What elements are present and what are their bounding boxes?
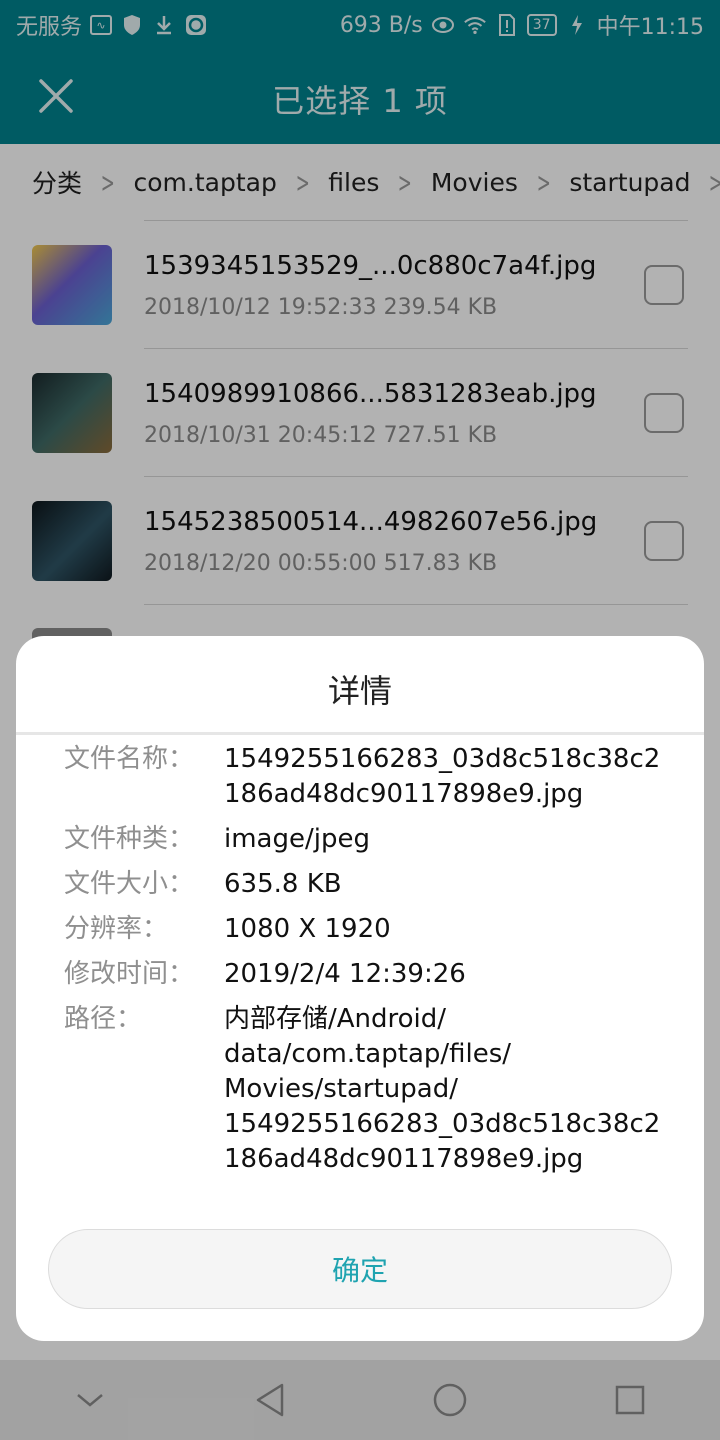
detail-value: image/jpeg: [224, 824, 370, 854]
detail-row-file-name: 文件名称： 1549255166283_03d8c518c38c2186ad48…: [64, 742, 664, 812]
detail-value: 内部存储/Android/ data/com.taptap/files/ Mov…: [224, 1004, 661, 1174]
detail-label: 分辨率：: [64, 914, 169, 944]
detail-row-resolution: 分辨率： 1080 X 1920: [64, 912, 664, 947]
detail-label: 文件名称：: [64, 744, 195, 774]
detail-value: 1080 X 1920: [224, 914, 391, 944]
detail-label: 文件种类：: [64, 824, 195, 854]
details-dialog: 详情 文件名称： 1549255166283_03d8c518c38c2186a…: [16, 636, 704, 1341]
detail-row-modified-time: 修改时间： 2019/2/4 12:39:26: [64, 957, 664, 992]
detail-label: 路径：: [64, 1004, 143, 1034]
divider: [16, 732, 704, 735]
detail-label: 文件大小：: [64, 869, 195, 899]
detail-label: 修改时间：: [64, 959, 195, 989]
detail-row-file-type: 文件种类： image/jpeg: [64, 822, 664, 857]
detail-value: 2019/2/4 12:39:26: [224, 959, 466, 989]
detail-row-path: 路径： 内部存储/Android/ data/com.taptap/files/…: [64, 1002, 664, 1177]
detail-row-file-size: 文件大小： 635.8 KB: [64, 867, 664, 902]
detail-value: 1549255166283_03d8c518c38c2186ad48dc9011…: [224, 744, 661, 809]
file-manager-screen: 无服务 ∿ 693 B/s 37 中午11:15 已选择 1 项 分类 > co…: [0, 0, 720, 1440]
details-list: 文件名称： 1549255166283_03d8c518c38c2186ad48…: [64, 742, 664, 1187]
detail-value: 635.8 KB: [224, 869, 342, 899]
dialog-title: 详情: [327, 672, 392, 710]
confirm-button[interactable]: 确定: [48, 1229, 672, 1309]
